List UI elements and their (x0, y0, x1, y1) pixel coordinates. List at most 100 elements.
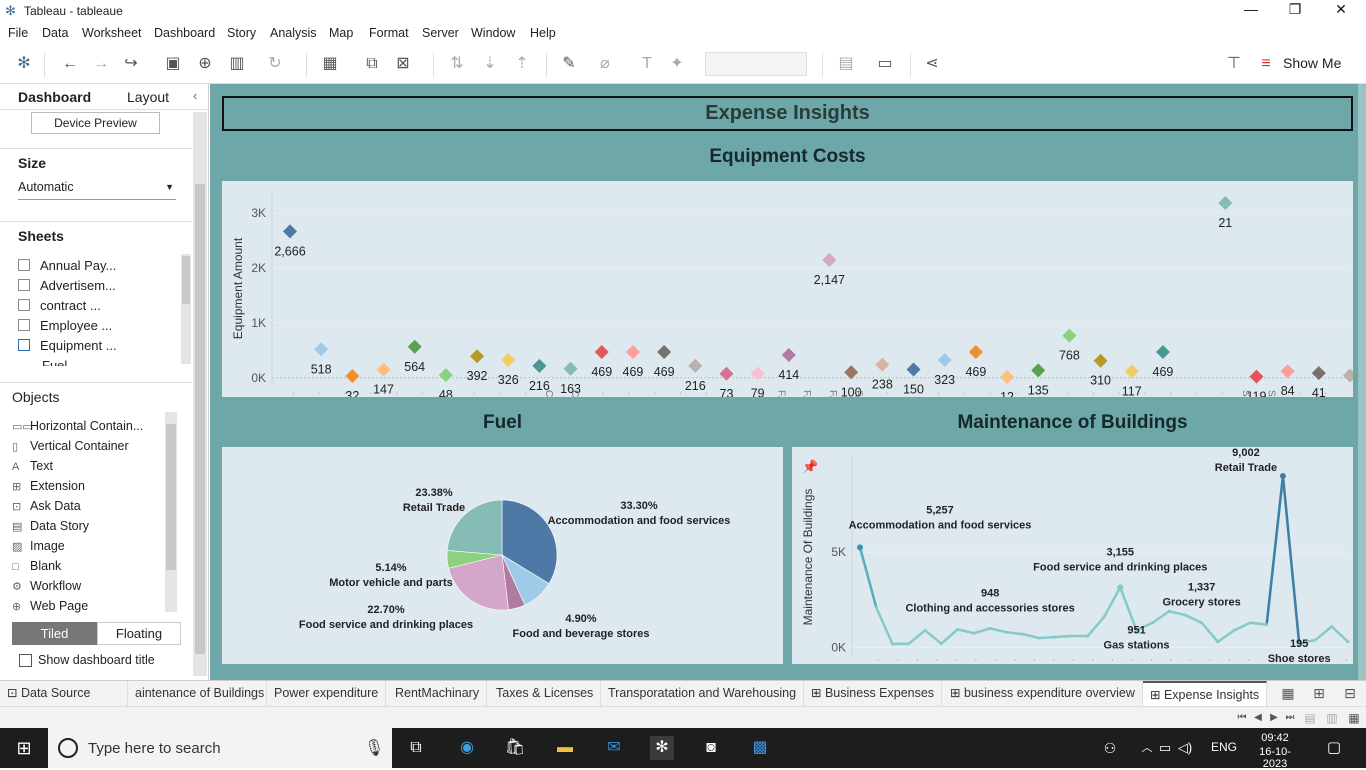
tab-power-expenditure[interactable]: Power expenditure (267, 681, 387, 706)
clock[interactable]: 09:42 16-10-2023 (1249, 732, 1301, 770)
maximize-button[interactable]: ❐ (1272, 1, 1318, 21)
mail-icon[interactable]: ✉ (602, 736, 626, 760)
equipment-chart[interactable]: 0K 1K 2K 3K Equipment Amount 2,666 518 32 147 564… (222, 181, 1357, 404)
refresh-icon[interactable]: ↻ (265, 54, 285, 74)
sheet-item[interactable]: Employee ... (18, 318, 112, 333)
file-explorer-icon[interactable]: ▬ (553, 736, 577, 760)
tiled-button[interactable]: Tiled (12, 622, 97, 645)
sheet-item[interactable]: Equipment ... (18, 338, 117, 353)
object-extension[interactable]: ⊞ Extension (12, 479, 85, 493)
maintenance-chart[interactable]: 📌 0K 5K Maintenance Of Buildings 5,257 Accomm… (792, 447, 1353, 665)
fit-dropdown[interactable] (705, 52, 807, 76)
menu-map[interactable]: Map (329, 26, 353, 40)
tableau-home-icon[interactable]: ✻ (14, 54, 34, 74)
new-dashboard-tab-icon[interactable]: ⊞ (1309, 683, 1329, 703)
duplicate-icon[interactable]: ⧉ (362, 54, 382, 74)
object-ask-data[interactable]: ⊡ Ask Data (12, 499, 81, 513)
tab-layout[interactable]: Layout (127, 89, 169, 105)
show-cards-icon[interactable]: ▤ (836, 54, 856, 74)
object-data-story[interactable]: ▤ Data Story (12, 519, 89, 533)
menu-analysis[interactable]: Analysis (270, 26, 317, 40)
object-blank[interactable]: □ Blank (12, 559, 61, 573)
tab-business-expenditure-overview[interactable]: ⊞ business expenditure overview (943, 681, 1143, 706)
side-scrollbar-thumb[interactable] (195, 184, 205, 654)
menu-story[interactable]: Story (227, 26, 256, 40)
swap-icon[interactable]: ⇅ (447, 54, 467, 74)
menu-file[interactable]: File (8, 26, 28, 40)
objects-scrollbar-thumb[interactable] (166, 424, 176, 570)
camera-icon[interactable]: ◙ (699, 736, 723, 760)
save-icon[interactable]: ▣ (163, 54, 183, 74)
object-image[interactable]: ▨ Image (12, 539, 65, 553)
group-icon[interactable]: ⌀ (595, 54, 615, 74)
object-vertical-container[interactable]: ▯ Vertical Container (12, 439, 129, 453)
minimize-button[interactable]: — (1228, 1, 1274, 21)
photos-icon[interactable]: ▩ (748, 736, 772, 760)
size-select[interactable]: Automatic ▼ (18, 180, 176, 200)
windows-start-icon[interactable]: ⊞ (12, 736, 36, 760)
object-text[interactable]: A Text (12, 459, 53, 473)
menu-format[interactable]: Format (369, 26, 409, 40)
tab-maintenance-of-buildings[interactable]: aintenance of Buildings (128, 681, 267, 706)
show-me-button[interactable]: Show Me (1283, 55, 1341, 71)
share-icon[interactable]: ⋖ (922, 54, 942, 74)
menu-help[interactable]: Help (530, 26, 556, 40)
signpost-icon[interactable]: ⊤ (1224, 54, 1244, 74)
show-tabs-icon[interactable]: ▥ (1322, 708, 1342, 728)
redo-icon[interactable]: → (91, 54, 111, 74)
menu-window[interactable]: Window (471, 26, 515, 40)
pin-icon[interactable]: ✦ (667, 54, 687, 74)
show-title-checkbox[interactable] (19, 654, 32, 667)
show-filmstrip-icon[interactable]: ▤ (1300, 708, 1320, 728)
sheet-item[interactable]: contract ... (18, 298, 101, 313)
canvas-scrollbar[interactable] (1358, 84, 1366, 680)
tab-transportation-warehousing[interactable]: Transporatation and Warehousing (601, 681, 805, 706)
tab-taxes-licenses[interactable]: Taxes & Licenses (489, 681, 602, 706)
floating-button[interactable]: Floating (97, 622, 181, 645)
notifications-icon[interactable]: ▢ (1322, 736, 1346, 760)
people-icon[interactable]: ⚇ (1098, 736, 1122, 760)
menu-worksheet[interactable]: Worksheet (82, 26, 142, 40)
tab-business-expenses[interactable]: ⊞ Business Expenses (804, 681, 943, 706)
close-button[interactable]: ✕ (1318, 1, 1364, 21)
sheets-scrollbar-thumb[interactable] (182, 256, 190, 304)
pause-updates-icon[interactable]: ▥ (227, 54, 247, 74)
new-worksheet-icon[interactable]: ▦ (320, 54, 340, 74)
sheet-item[interactable]: Fuel (18, 358, 67, 366)
object-web-page[interactable]: ⊕ Web Page (12, 599, 88, 613)
menu-data[interactable]: Data (42, 26, 68, 40)
tab-dashboard[interactable]: Dashboard (18, 89, 91, 105)
sheet-item[interactable]: Annual Pay... (18, 258, 116, 273)
new-worksheet-tab-icon[interactable]: ▦ (1278, 683, 1298, 703)
collapse-icon[interactable]: ‹ (193, 88, 197, 103)
sort-desc-icon[interactable]: ⇡ (512, 54, 532, 74)
object-workflow[interactable]: ⚙ Workflow (12, 579, 81, 593)
microphone-icon[interactable]: 🎙 (364, 738, 384, 758)
presentation-mode-icon[interactable]: ▭ (875, 54, 895, 74)
store-icon[interactable]: 🛍 (503, 736, 527, 760)
tab-rent-machinary[interactable]: RentMachinary (388, 681, 488, 706)
taskbar-search[interactable]: Type here to search 🎙 (48, 728, 392, 768)
volume-icon[interactable]: ◁) (1173, 736, 1197, 760)
undo-icon[interactable]: ← (60, 54, 80, 74)
sort-asc-icon[interactable]: ⇣ (480, 54, 500, 74)
device-preview-button[interactable]: Device Preview (31, 112, 160, 134)
label-icon[interactable]: T (637, 54, 657, 74)
replay-icon[interactable]: ↪ (121, 54, 141, 74)
task-view-icon[interactable]: ⧉ (404, 736, 428, 760)
last-sheet-icon[interactable]: ⏭ (1280, 708, 1300, 728)
fuel-chart[interactable]: 23.38% Retail Trade 33.30% Accommodation an… (222, 447, 783, 664)
language-indicator[interactable]: ENG (1211, 740, 1237, 754)
sheet-item[interactable]: Advertisem... (18, 278, 116, 293)
clear-sheet-icon[interactable]: ⊠ (393, 54, 413, 74)
show-sheet-sorter-icon[interactable]: ▦ (1344, 708, 1364, 728)
tab-data-source[interactable]: ⊡ Data Source (0, 681, 128, 706)
highlight-icon[interactable]: ✎ (559, 54, 579, 74)
new-datasource-icon[interactable]: ⊕ (195, 54, 215, 74)
tab-expense-insights[interactable]: ⊞ Expense Insights (1143, 681, 1268, 707)
edge-icon[interactable]: ◉ (455, 736, 479, 760)
tableau-taskbar-icon[interactable]: ✻ (650, 736, 674, 760)
new-story-tab-icon[interactable]: ⊟ (1340, 683, 1360, 703)
object-horizontal-container[interactable]: ▭▭Horizontal Contain... (12, 419, 143, 433)
menu-dashboard[interactable]: Dashboard (154, 26, 215, 40)
